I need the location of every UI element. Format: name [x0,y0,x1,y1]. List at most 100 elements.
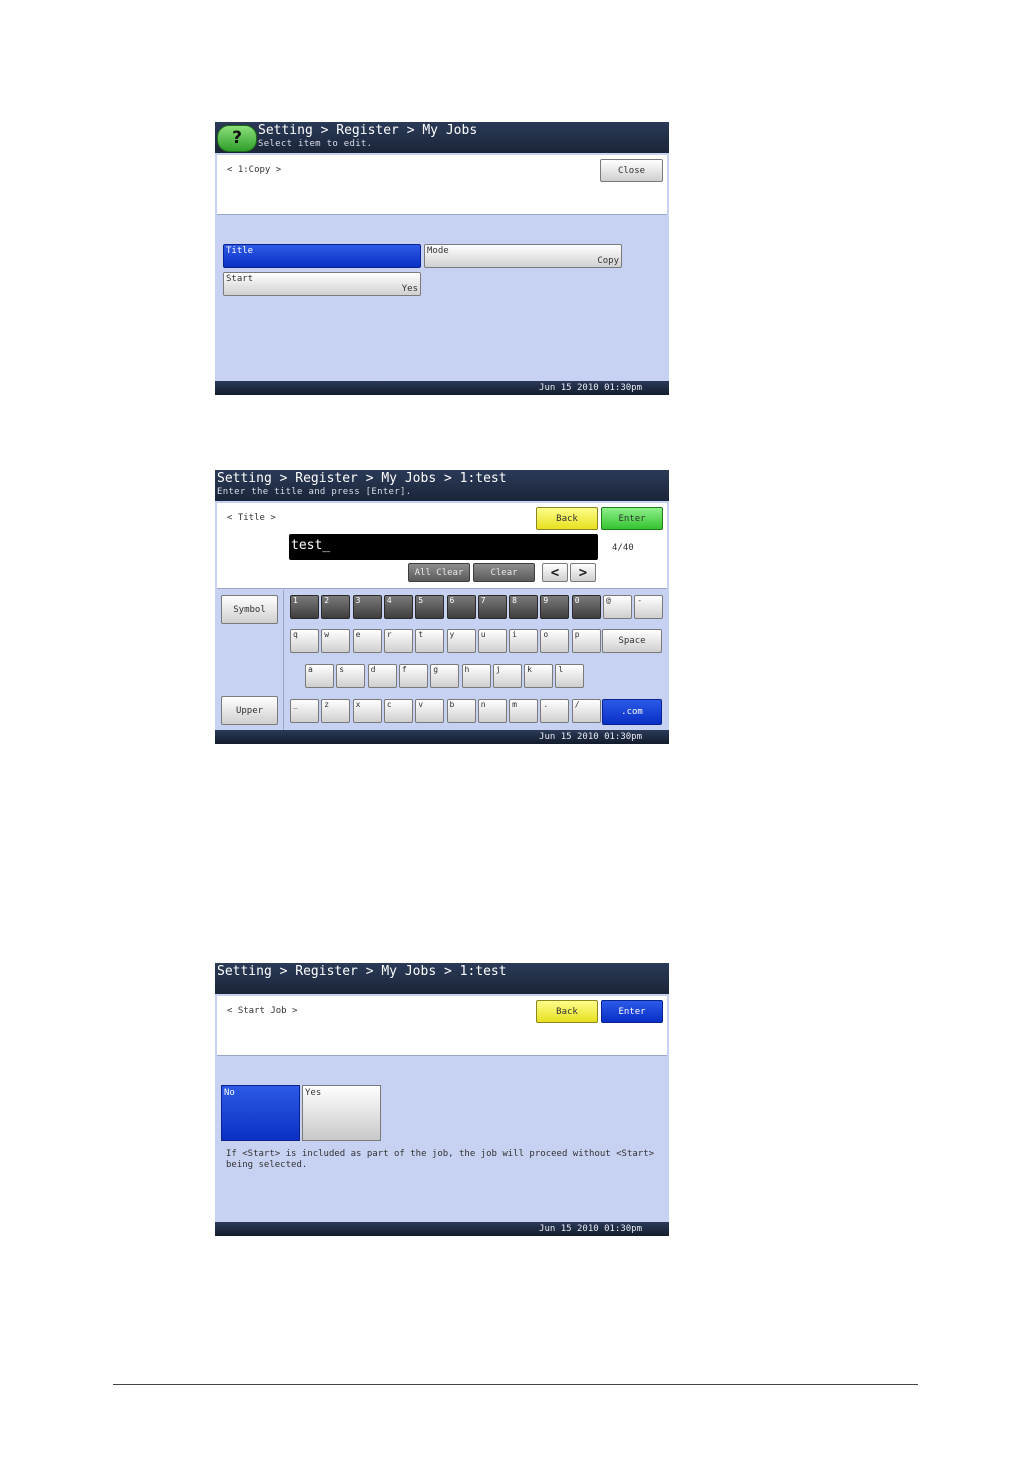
key-label: @ [606,596,611,605]
title-bar: ? Setting > Register > My Jobs Select it… [215,122,669,153]
key-label: e [355,630,361,639]
key-row2-5[interactable]: y [446,629,476,653]
key-label: w [324,630,330,639]
key-row3-1[interactable]: s [336,664,366,688]
no-option[interactable]: No [221,1085,300,1141]
field-label: < Title > [227,513,276,523]
instruction-text: Enter the title and press [Enter]. [217,487,412,497]
dot-com-key[interactable]: .com [602,699,662,725]
key-row1-0[interactable]: 1 [290,595,319,619]
key-row1-11[interactable]: - [634,595,664,619]
key-label: g [433,665,439,674]
key-label: k [527,665,532,674]
key-row4-9[interactable]: / [571,699,601,723]
datetime: Jun 15 2010 01:30pm [539,383,642,393]
enter-button[interactable]: Enter [601,1000,663,1023]
key-row3-3[interactable]: f [398,664,428,688]
mode-item[interactable]: Mode Copy [424,244,622,268]
key-row2-3[interactable]: r [383,629,413,653]
chevron-left-icon: < [550,564,560,581]
key-row1-8[interactable]: 9 [540,595,570,619]
start-item[interactable]: Start Yes [223,272,421,296]
key-row2-0[interactable]: q [290,629,319,653]
key-row4-8[interactable]: . [540,699,570,723]
key-row2-8[interactable]: o [540,629,570,653]
key-row2-9[interactable]: p [571,629,601,653]
title-input[interactable]: test_ [289,534,598,560]
status-bar: Jun 15 2010 01:30pm [215,381,669,395]
key-row3-0[interactable]: a [305,664,334,688]
key-row3-2[interactable]: d [367,664,397,688]
key-label: - [637,596,643,605]
key-row4-6[interactable]: n [477,699,507,723]
cursor-right-button[interactable]: > [570,563,596,582]
enter-button[interactable]: Enter [601,507,663,530]
key-label: _ [293,700,298,709]
key-label: a [308,665,313,674]
key-row1-3[interactable]: 4 [383,595,413,619]
key-row1-5[interactable]: 6 [446,595,476,619]
header-panel: < 1:Copy > Close [217,155,667,215]
symbol-button[interactable]: Symbol [221,595,278,624]
key-row4-1[interactable]: z [321,699,351,723]
back-button[interactable]: Back [536,507,598,530]
job-label: < 1:Copy > [227,165,282,175]
all-clear-button[interactable]: All Clear [408,563,470,582]
key-label: i [512,630,517,639]
title-bar: Setting > Register > My Jobs > 1:test En… [215,470,669,501]
key-row4-2[interactable]: x [352,699,382,723]
close-button[interactable]: Close [600,159,663,182]
key-label: 6 [449,596,455,605]
key-row2-4[interactable]: t [415,629,445,653]
key-label: d [370,665,376,674]
key-row1-2[interactable]: 3 [352,595,382,619]
key-row1-6[interactable]: 7 [477,595,507,619]
key-row1-9[interactable]: 0 [571,595,601,619]
key-row2-1[interactable]: w [321,629,351,653]
char-counter: 4/40 [612,543,634,553]
key-label: 3 [355,596,361,605]
key-label: 4 [386,596,392,605]
key-row4-4[interactable]: v [415,699,445,723]
breadcrumb: Setting > Register > My Jobs > 1:test [217,471,507,486]
key-row4-3[interactable]: c [383,699,413,723]
yes-option[interactable]: Yes [302,1085,381,1141]
help-button[interactable]: ? [217,125,257,152]
cursor-left-button[interactable]: < [542,563,568,582]
key-row2-6[interactable]: u [477,629,507,653]
title-item[interactable]: Title [223,244,421,268]
upper-button[interactable]: Upper [221,696,278,725]
key-label: . [543,700,549,709]
chevron-right-icon: > [578,564,588,581]
key-row3-8[interactable]: l [555,664,585,688]
no-option-label: No [224,1088,235,1098]
key-row1-10[interactable]: @ [603,595,632,619]
key-row2-7[interactable]: i [509,629,539,653]
key-row4-7[interactable]: m [509,699,539,723]
status-bar: Jun 15 2010 01:30pm [215,730,669,744]
start-job-screen: Setting > Register > My Jobs > 1:test < … [215,963,669,1236]
key-label: s [339,665,345,674]
title-bar: Setting > Register > My Jobs > 1:test [215,963,669,994]
back-button[interactable]: Back [536,1000,598,1023]
key-label: y [449,630,455,639]
key-row2-2[interactable]: e [352,629,382,653]
key-row1-4[interactable]: 5 [415,595,445,619]
key-row1-7[interactable]: 8 [509,595,539,619]
page-footer-rule [113,1384,918,1385]
key-row3-4[interactable]: g [430,664,460,688]
key-row3-6[interactable]: j [492,664,522,688]
my-jobs-edit-screen: ? Setting > Register > My Jobs Select it… [215,122,669,395]
title-entry-screen: Setting > Register > My Jobs > 1:test En… [215,470,669,744]
space-key[interactable]: Space [602,629,662,653]
key-label: 9 [543,596,549,605]
key-row4-0[interactable]: _ [290,699,319,723]
key-row1-1[interactable]: 2 [321,595,351,619]
key-row4-5[interactable]: b [446,699,476,723]
key-label: 5 [418,596,424,605]
key-row3-7[interactable]: k [524,664,554,688]
key-row3-5[interactable]: h [461,664,491,688]
info-note: If <Start> is included as part of the jo… [226,1149,655,1170]
clear-button[interactable]: Clear [473,563,535,582]
key-label: r [386,630,392,639]
